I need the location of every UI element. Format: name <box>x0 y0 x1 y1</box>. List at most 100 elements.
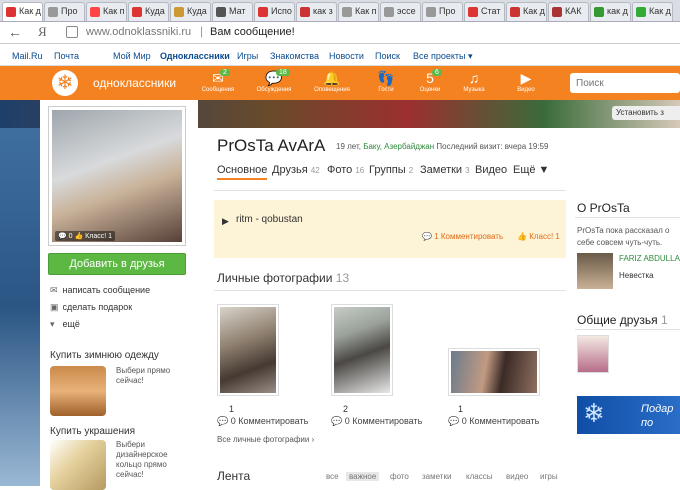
browser-tab[interactable]: Как п <box>86 2 127 21</box>
ok-nav-item[interactable]: 5 Оценки 6 <box>410 69 450 98</box>
photos-heading[interactable]: Личные фотографии 13 <box>217 271 349 285</box>
ad-banner-text: Подар по <box>641 403 674 429</box>
mutual-friend-avatar[interactable] <box>577 335 609 373</box>
profile-tab[interactable]: Друзья 42 <box>272 164 320 176</box>
browser-tab[interactable]: Про <box>422 2 463 21</box>
feed-tab[interactable]: видео <box>506 472 528 481</box>
ok-nav-icon: ✉ <box>212 70 224 86</box>
ok-nav-item[interactable]: ✉ Сообщения 2 <box>198 69 238 98</box>
mailru-nav-item[interactable]: Игры <box>237 51 258 61</box>
more-link[interactable]: ▾ ещё <box>50 319 80 330</box>
feed-tab[interactable]: важное <box>346 472 380 481</box>
ok-nav-item[interactable]: 💬 Обсуждения 18 <box>254 69 294 98</box>
favicon-icon <box>552 7 562 17</box>
feed-tab[interactable]: заметки <box>422 472 451 481</box>
photo-card[interactable] <box>217 304 279 396</box>
yandex-logo[interactable]: Я <box>38 24 47 40</box>
install-button[interactable]: Установить з <box>612 106 680 120</box>
ok-nav-icon: 5 <box>426 70 434 86</box>
ok-nav-item[interactable]: ▶ Видео <box>506 70 546 98</box>
profile-photo-image[interactable] <box>52 110 182 242</box>
divider <box>214 190 566 191</box>
profile-photo[interactable]: 💬 0 👍 Класс! 1 <box>48 106 186 246</box>
browser-tab[interactable]: Куда <box>170 2 211 21</box>
url-text[interactable]: www.odnoklassniki.ru <box>86 26 191 38</box>
profile-tab[interactable]: Фото 16 <box>327 164 364 176</box>
ok-brand[interactable]: одноклассники <box>93 76 176 90</box>
browser-tab[interactable]: Как п <box>338 2 379 21</box>
mailru-nav-item[interactable]: Новости <box>329 51 364 61</box>
profile-tabs: Основное Друзья 42 Фото 16 Группы 2 Заметки … <box>217 164 567 182</box>
mailru-nav-item[interactable]: Знакомства <box>270 51 319 61</box>
mailru-nav-item[interactable]: Mail.Ru <box>12 51 43 61</box>
page-icon <box>66 26 78 38</box>
divider <box>575 217 680 218</box>
mailru-nav-item[interactable]: Все проекты ▾ <box>413 51 473 62</box>
url-separator: | <box>200 24 204 38</box>
browser-tab[interactable]: эссе <box>380 2 421 21</box>
favicon-icon <box>48 7 58 17</box>
profile-tab[interactable]: Группы 2 <box>369 164 413 176</box>
status-song[interactable]: ritm - qobustan <box>236 214 303 225</box>
notification-badge: 18 <box>276 69 290 76</box>
photo-comment-link[interactable]: 💬 0 Комментировать <box>217 416 308 427</box>
mailru-nav-item[interactable]: Одноклассники <box>160 51 230 61</box>
browser-tab[interactable]: Испо <box>254 2 295 21</box>
feed-tab[interactable]: все <box>326 472 339 481</box>
favicon-icon <box>342 7 352 17</box>
ad-text-clothes[interactable]: Выбери прямо сейчас! <box>116 366 176 386</box>
feed-tab[interactable]: фото <box>390 472 409 481</box>
send-gift-link[interactable]: ▣ сделать подарок <box>50 302 132 313</box>
status-like-link[interactable]: 👍 Класс! 1 <box>517 232 560 241</box>
gift-ad-banner[interactable]: ❄ Подар по <box>577 396 680 434</box>
photo-comment-link[interactable]: 💬 0 Комментировать <box>331 416 422 427</box>
browser-tab[interactable]: как з <box>296 2 337 21</box>
ok-nav-icon: 🔔 <box>323 70 341 86</box>
photo-card[interactable] <box>331 304 393 396</box>
photo-stats: 💬 0 👍 Класс! 1 <box>55 231 115 241</box>
feed-tab[interactable]: классы <box>466 472 492 481</box>
ok-nav-item[interactable]: 👣 Гости <box>366 70 406 98</box>
profile-tab[interactable]: Заметки 3 <box>420 164 470 176</box>
all-photos-link[interactable]: Все личные фотографии › <box>217 435 314 444</box>
friend-relation: Невестка <box>619 271 654 280</box>
browser-tab[interactable]: Про <box>44 2 85 21</box>
profile-tab[interactable]: Основное <box>217 164 268 180</box>
photo-card[interactable] <box>448 348 540 396</box>
add-friend-button[interactable]: Добавить в друзья <box>48 253 186 275</box>
friend-name[interactable]: FARIZ ABDULLA <box>619 254 680 263</box>
browser-tab[interactable]: Мат <box>212 2 253 21</box>
mailru-nav-item[interactable]: Поиск <box>375 51 400 61</box>
ok-nav-item[interactable]: 🔔 Оповещения <box>312 70 352 98</box>
mailru-nav-item[interactable]: Мой Мир <box>113 51 151 61</box>
play-icon[interactable]: ▶ <box>222 216 229 227</box>
profile-tab[interactable]: Видео <box>475 164 507 176</box>
favicon-icon <box>132 7 142 17</box>
mutual-friends-heading[interactable]: Общие друзья 1 <box>577 313 668 327</box>
ok-logo-icon[interactable]: ❄ <box>52 70 78 96</box>
mailru-nav-item[interactable]: Почта <box>54 51 79 61</box>
search-input[interactable] <box>570 73 680 93</box>
friend-avatar[interactable] <box>577 253 613 289</box>
back-arrow-icon[interactable]: ← <box>8 24 22 40</box>
status-comment-link[interactable]: 💬 1 Комментировать <box>422 232 503 241</box>
profile-tab[interactable]: Ещё ▼ <box>513 164 549 176</box>
browser-tab[interactable]: Стат <box>464 2 505 21</box>
ad-image-jewelry[interactable] <box>50 440 106 490</box>
browser-tab[interactable]: Куда <box>128 2 169 21</box>
ad-image-clothes[interactable] <box>50 366 106 416</box>
browser-tab[interactable]: как д <box>590 2 631 21</box>
ad-title-jewelry[interactable]: Купить украшения <box>50 426 135 437</box>
mailru-nav: Mail.Ru Почта Мой Мир Одноклассники Игры Знак… <box>0 46 680 66</box>
ad-title-clothes[interactable]: Купить зимнюю одежду <box>50 350 159 361</box>
browser-tab[interactable]: КАК <box>548 2 589 21</box>
feed-tab[interactable]: игры <box>540 472 558 481</box>
ok-nav-item[interactable]: ♫ Музыка <box>454 70 494 98</box>
browser-tab[interactable]: Как д <box>2 2 43 21</box>
send-message-link[interactable]: ✉ написать сообщение <box>50 285 150 296</box>
photo-comment-link[interactable]: 💬 0 Комментировать <box>448 416 539 427</box>
browser-tab[interactable]: Как д <box>632 2 673 21</box>
browser-tab[interactable]: Как д <box>506 2 547 21</box>
ad-text-jewelry[interactable]: Выбери дизайнерское кольцо прямо сейчас! <box>116 440 180 480</box>
location-link[interactable]: Баку, Азербайджан <box>363 142 434 151</box>
